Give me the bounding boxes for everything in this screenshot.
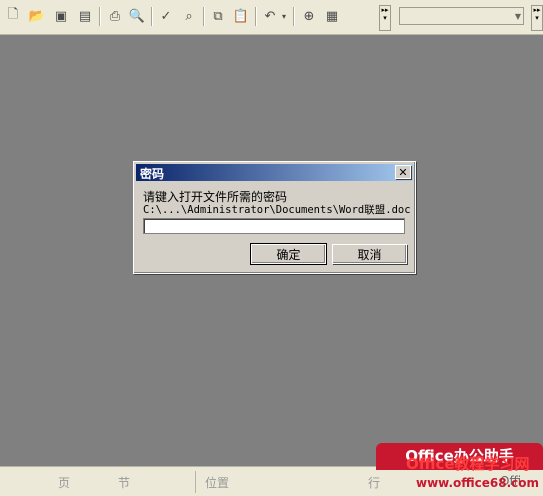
toolbar-separator	[203, 7, 205, 26]
toolbar-separator	[99, 7, 101, 26]
ok-button[interactable]: 确定	[250, 243, 327, 265]
cancel-button[interactable]: 取消	[332, 244, 407, 264]
password-dialog: 密码 ✕ 请键入打开文件所需的密码 C:\...\Administrator\D…	[133, 161, 416, 274]
watermark-url: www.office68.com	[416, 476, 540, 490]
password-input[interactable]	[143, 218, 405, 234]
toolbar-separator	[293, 7, 295, 26]
paste-icon[interactable]: 📋	[232, 7, 250, 25]
status-position: 位置	[205, 476, 230, 490]
dialog-title: 密码	[140, 167, 165, 181]
toolbar-options-icon[interactable]: ▸▸ ▾	[531, 5, 543, 31]
table-icon[interactable]: ▦	[323, 7, 341, 25]
print-preview-icon[interactable]: 🔍	[128, 7, 146, 25]
undo-icon[interactable]: ↶	[261, 7, 279, 25]
dropdown-icon[interactable]: ▾	[279, 7, 289, 25]
toolbar-options-icon[interactable]: ▸▸ ▾	[379, 5, 391, 31]
new-document-icon[interactable]: 🗋	[4, 7, 22, 25]
toolbar-separator	[151, 7, 153, 26]
status-page: 页	[58, 476, 71, 490]
close-button[interactable]: ✕	[395, 165, 411, 179]
standard-toolbar: 🗋 📂 ▣ ▤ ⎙ 🔍 ✓ ⌕ ⧉ 📋 ↶ ▾ ⊕ ▦ ▸▸ ▾ ▼ ▸▸ ▾	[0, 0, 543, 35]
watermark-logo: Office办公助手 Office教程学习网 www.office68.com	[376, 443, 543, 495]
zoom-icon[interactable]: ⊕	[300, 7, 318, 25]
status-section: 节	[118, 476, 131, 490]
status-separator	[195, 471, 196, 493]
spelling-icon[interactable]: ✓	[157, 7, 175, 25]
watermark-overlay: Office教程学习网	[406, 455, 530, 473]
dialog-titlebar[interactable]: 密码 ✕	[136, 164, 413, 181]
print-icon[interactable]: ⎙	[106, 7, 124, 25]
toolbar-separator	[255, 7, 257, 26]
chevron-down-icon[interactable]: ▼	[515, 12, 521, 21]
copy-icon[interactable]: ⧉	[209, 7, 227, 25]
file-path: C:\...\Administrator\Documents\Word联盟.do…	[143, 204, 411, 216]
permission-icon[interactable]: ▤	[76, 7, 94, 25]
save-icon[interactable]: ▣	[52, 7, 70, 25]
close-icon: ✕	[398, 166, 408, 179]
open-folder-icon[interactable]: 📂	[28, 7, 46, 25]
research-icon[interactable]: ⌕	[180, 7, 198, 25]
style-combo[interactable]: ▼	[399, 7, 524, 25]
